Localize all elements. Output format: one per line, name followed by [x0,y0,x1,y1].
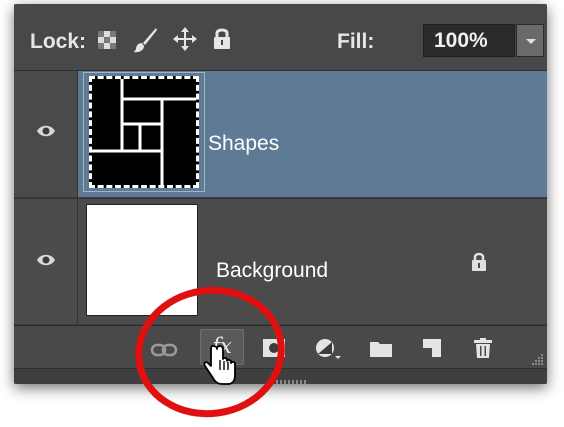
group-folder-icon[interactable] [369,339,393,363]
lock-label: Lock: [30,30,87,53]
adjustment-layer-icon[interactable] [314,337,342,366]
resize-grip-icon[interactable] [532,352,544,370]
layer-thumbnail-shapes[interactable] [89,76,199,188]
layer-name-background[interactable]: Background [216,259,328,283]
visibility-column [14,71,78,197]
layer-lock-icon[interactable] [471,251,487,277]
move-lock-icon[interactable] [172,26,198,57]
fill-input[interactable]: 100% [423,24,515,57]
eye-icon[interactable] [36,253,56,272]
fill-label: Fill: [337,30,375,53]
eye-icon[interactable] [36,124,56,143]
brush-lock-icon[interactable] [132,26,158,59]
layer-name-shapes[interactable]: Shapes [208,132,279,156]
hand-cursor-icon [203,344,237,391]
fill-dropdown-button[interactable] [516,24,544,57]
trash-icon[interactable] [472,337,494,364]
padlock-icon[interactable] [213,26,231,55]
new-layer-icon[interactable] [422,338,442,363]
visibility-column [14,199,78,324]
transparent-pixels-lock-icon[interactable] [97,30,117,55]
